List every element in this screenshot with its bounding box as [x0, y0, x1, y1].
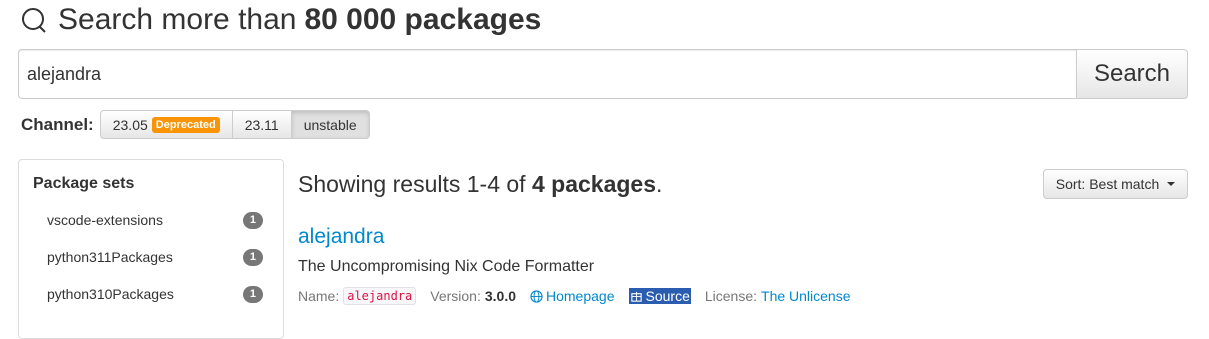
homepage-link[interactable]: Homepage [530, 288, 615, 304]
sort-label: Sort: Best match [1055, 176, 1160, 192]
channel-option-label: 23.11 [244, 116, 279, 133]
version-label: Version: [430, 288, 481, 304]
package-sets-title: Package sets [33, 175, 135, 192]
package-icon [630, 291, 642, 302]
sidebar-item-label: python311Packages [47, 249, 173, 265]
search-input[interactable] [18, 49, 1076, 99]
sidebar-item-label: python310Packages [47, 286, 174, 302]
channel-option-23-11[interactable]: 23.11 [232, 110, 292, 139]
attribute-name-code: alejandra [343, 287, 417, 305]
caret-down-icon [1167, 182, 1176, 186]
homepage-label: Homepage [546, 288, 615, 304]
license-label: License: [704, 288, 758, 304]
channel-label: Channel: [21, 114, 94, 134]
search-button[interactable]: Search [1076, 49, 1188, 99]
channel-selector: Channel: 23.05 Deprecated 23.11 unstable [21, 110, 370, 139]
version-value: 3.0.0 [484, 288, 516, 304]
name-label: Name: [298, 288, 340, 304]
search-bar: Search [18, 49, 1188, 99]
results-prefix: Showing results 1-4 of [298, 171, 526, 197]
sort-dropdown[interactable]: Sort: Best match [1043, 169, 1188, 199]
channel-option-label: unstable [303, 116, 357, 133]
channel-option-label: 23.05 [112, 116, 148, 133]
channel-option-unstable[interactable]: unstable [291, 110, 370, 139]
globe-icon [530, 289, 543, 303]
results-summary: Showing results 1-4 of 4 packages. [298, 171, 662, 198]
package-sets-panel: Package sets vscode-extensions 1 python3… [18, 159, 284, 339]
count-badge: 1 [242, 285, 263, 303]
results-count: 4 packages [531, 171, 656, 197]
sidebar-item-python311packages[interactable]: python311Packages 1 [47, 247, 263, 267]
package-meta: Name: alejandra Version: 3.0.0 Homepage … [298, 286, 851, 306]
search-icon [22, 8, 46, 33]
sidebar-item-python310packages[interactable]: python310Packages 1 [47, 284, 263, 304]
source-link[interactable]: Source [628, 288, 691, 304]
source-label: Source [645, 288, 690, 304]
package-name-link[interactable]: alejandra [298, 225, 384, 249]
heading-prefix: Search more than [58, 3, 297, 36]
channel-option-23-05[interactable]: 23.05 Deprecated [99, 110, 233, 139]
sidebar-item-vscode-extensions[interactable]: vscode-extensions 1 [47, 210, 263, 230]
page-heading: Search more than 80 000 packages [20, 0, 541, 40]
deprecated-badge: Deprecated [151, 116, 220, 133]
results-suffix: . [656, 171, 663, 197]
count-badge: 1 [242, 248, 263, 266]
package-description: The Uncompromising Nix Code Formatter [298, 258, 595, 275]
license-link[interactable]: The Unlicense [761, 288, 851, 304]
heading-count: 80 000 packages [304, 3, 542, 36]
count-badge: 1 [242, 211, 263, 229]
sidebar-item-label: vscode-extensions [47, 212, 163, 228]
channel-button-group: 23.05 Deprecated 23.11 unstable [99, 110, 370, 139]
